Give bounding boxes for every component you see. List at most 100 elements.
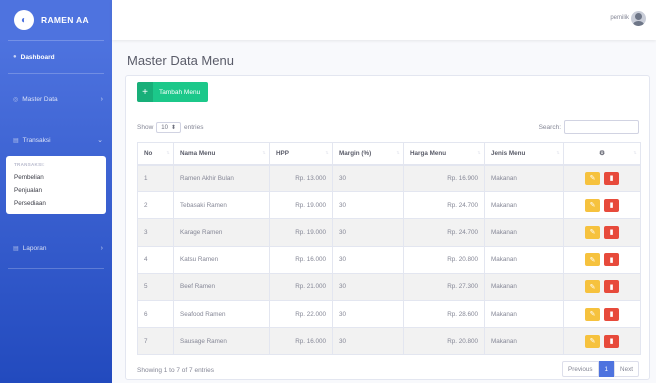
table-row: 1 Ramen Akhir Bulan Rp. 13.000 30 Rp. 16… bbox=[137, 163, 641, 193]
sidebar-item-master-data[interactable]: ◎ Master Data › bbox=[0, 83, 112, 115]
column-header-actions[interactable]: ⚙ ↑↓ bbox=[563, 142, 641, 166]
cell-harga-menu: Rp. 16.900 bbox=[403, 163, 485, 193]
table-row: 4 Katsu Ramen Rp. 16.000 30 Rp. 20.800 M… bbox=[137, 245, 641, 274]
menu-table: No ↑↓ Nama Menu ↑↓ HPP ↑↓ Margin (%) ↑↓ Harg… bbox=[137, 142, 641, 356]
database-icon: ◎ bbox=[13, 96, 19, 103]
table-info: Showing 1 to 7 of 7 entries bbox=[137, 367, 214, 374]
sidebar-item-dashboard[interactable]: ● Dashboard bbox=[0, 41, 112, 73]
edit-icon: ✎ bbox=[589, 338, 596, 346]
sidebar-item-label: Master Data bbox=[22, 95, 58, 103]
next-button[interactable]: Next bbox=[614, 361, 639, 377]
column-header-harga-menu[interactable]: Harga Menu ↑↓ bbox=[403, 142, 485, 166]
cell-hpp: Rp. 22.000 bbox=[269, 299, 333, 329]
tachometer-icon: ● bbox=[13, 54, 17, 60]
search-input[interactable] bbox=[564, 120, 639, 134]
submenu-item-persediaan[interactable]: Persediaan bbox=[6, 197, 106, 210]
edit-icon: ✎ bbox=[589, 229, 596, 237]
delete-button[interactable]: ▮ bbox=[604, 280, 619, 294]
cell-margin: 30 bbox=[332, 191, 404, 220]
column-header-no[interactable]: No ↑↓ bbox=[137, 142, 174, 166]
delete-button[interactable]: ▮ bbox=[604, 334, 619, 348]
cell-no: 2 bbox=[137, 191, 174, 220]
cell-harga-menu: Rp. 20.800 bbox=[403, 327, 485, 356]
cell-jenis-menu: Makanan bbox=[484, 163, 564, 193]
transaksi-submenu: TRANSAKSI: Pembelian Penjualan Persediaa… bbox=[6, 156, 106, 214]
cell-harga-menu: Rp. 24.700 bbox=[403, 191, 485, 220]
table-row: 7 Sausage Ramen Rp. 16.000 30 Rp. 20.800… bbox=[137, 327, 641, 356]
delete-button[interactable]: ▮ bbox=[604, 171, 619, 185]
cell-nama-menu: Beef Ramen bbox=[173, 272, 270, 301]
cell-jenis-menu: Makanan bbox=[484, 245, 564, 274]
column-header-hpp[interactable]: HPP ↑↓ bbox=[269, 142, 333, 166]
sidebar-item-transaksi[interactable]: ▤ Transaksi ⌄ bbox=[0, 124, 112, 156]
cell-margin: 30 bbox=[332, 272, 404, 301]
column-header-margin[interactable]: Margin (%) ↑↓ bbox=[332, 142, 404, 166]
edit-button[interactable]: ✎ bbox=[585, 334, 600, 348]
sidebar: ◐ RAMEN AA ● Dashboard ◎ Master Data › ▤… bbox=[0, 0, 112, 383]
trash-icon: ▮ bbox=[609, 229, 614, 237]
cell-actions: ✎ ▮ bbox=[563, 272, 641, 301]
edit-icon: ✎ bbox=[589, 283, 596, 291]
edit-button[interactable]: ✎ bbox=[585, 171, 600, 185]
page-title: Master Data Menu bbox=[127, 53, 234, 68]
sidebar-item-laporan[interactable]: ▤ Laporan › bbox=[0, 232, 112, 264]
cell-actions: ✎ ▮ bbox=[563, 191, 641, 220]
cell-nama-menu: Tebasaki Ramen bbox=[173, 191, 270, 220]
cell-hpp: Rp. 13.000 bbox=[269, 163, 333, 193]
pagination: Previous 1 Next bbox=[562, 361, 639, 377]
chevron-down-icon: ⌄ bbox=[97, 137, 103, 144]
cell-jenis-menu: Makanan bbox=[484, 299, 564, 329]
delete-button[interactable]: ▮ bbox=[604, 198, 619, 212]
sort-icon: ↑↓ bbox=[262, 150, 266, 156]
sidebar-item-label: Dashboard bbox=[20, 53, 55, 61]
cell-no: 6 bbox=[137, 299, 174, 329]
avatar[interactable] bbox=[631, 11, 646, 26]
edit-button[interactable]: ✎ bbox=[585, 280, 600, 294]
cell-harga-menu: Rp. 20.800 bbox=[403, 245, 485, 274]
edit-button[interactable]: ✎ bbox=[585, 253, 600, 267]
column-header-nama-menu[interactable]: Nama Menu ↑↓ bbox=[173, 142, 270, 166]
cell-jenis-menu: Makanan bbox=[484, 191, 564, 220]
cell-actions: ✎ ▮ bbox=[563, 245, 641, 274]
edit-button[interactable]: ✎ bbox=[585, 198, 600, 212]
cell-no: 1 bbox=[137, 163, 174, 193]
entries-label: entries bbox=[183, 124, 204, 131]
cell-margin: 30 bbox=[332, 299, 404, 329]
edit-icon: ✎ bbox=[589, 202, 596, 210]
page-1-button[interactable]: 1 bbox=[598, 361, 615, 377]
table-row: 2 Tebasaki Ramen Rp. 19.000 30 Rp. 24.70… bbox=[137, 191, 641, 220]
cell-harga-menu: Rp. 24.700 bbox=[403, 218, 485, 247]
edit-button[interactable]: ✎ bbox=[585, 307, 600, 321]
cell-nama-menu: Katsu Ramen bbox=[173, 245, 270, 274]
delete-button[interactable]: ▮ bbox=[604, 225, 619, 239]
cell-hpp: Rp. 16.000 bbox=[269, 245, 333, 274]
entries-select[interactable]: 10 ⬍ bbox=[156, 122, 181, 133]
cell-no: 7 bbox=[137, 327, 174, 356]
topbar: pemilik bbox=[112, 0, 656, 40]
cell-nama-menu: Ramen Akhir Bulan bbox=[173, 163, 270, 193]
sort-icon: ↑↓ bbox=[325, 150, 329, 156]
submenu-item-pembelian[interactable]: Pembelian bbox=[6, 171, 106, 184]
chevron-right-icon: › bbox=[100, 95, 103, 103]
cell-margin: 30 bbox=[332, 327, 404, 356]
user-name[interactable]: pemilik bbox=[610, 15, 629, 21]
cell-hpp: Rp. 16.000 bbox=[269, 327, 333, 356]
cell-margin: 30 bbox=[332, 218, 404, 247]
trash-icon: ▮ bbox=[609, 175, 614, 183]
cell-margin: 30 bbox=[332, 163, 404, 193]
cell-no: 4 bbox=[137, 245, 174, 274]
delete-button[interactable]: ▮ bbox=[604, 253, 619, 267]
edit-button[interactable]: ✎ bbox=[585, 225, 600, 239]
previous-button[interactable]: Previous bbox=[562, 361, 599, 377]
gear-icon: ⚙ bbox=[599, 149, 605, 157]
chevron-right-icon: › bbox=[100, 244, 103, 252]
submenu-item-penjualan[interactable]: Penjualan bbox=[6, 184, 106, 197]
add-menu-button[interactable]: + Tambah Menu bbox=[137, 82, 209, 102]
table-row: 5 Beef Ramen Rp. 21.000 30 Rp. 27.300 Ma… bbox=[137, 272, 641, 301]
data-card: + Tambah Menu Show 10 ⬍ entries Search: … bbox=[125, 75, 650, 380]
cell-nama-menu: Karage Ramen bbox=[173, 218, 270, 247]
brand[interactable]: ◐ RAMEN AA bbox=[0, 0, 112, 40]
ramen-logo-icon: ◐ bbox=[14, 10, 34, 30]
column-header-jenis-menu[interactable]: Jenis Menu ↑↓ bbox=[484, 142, 564, 166]
delete-button[interactable]: ▮ bbox=[604, 307, 619, 321]
